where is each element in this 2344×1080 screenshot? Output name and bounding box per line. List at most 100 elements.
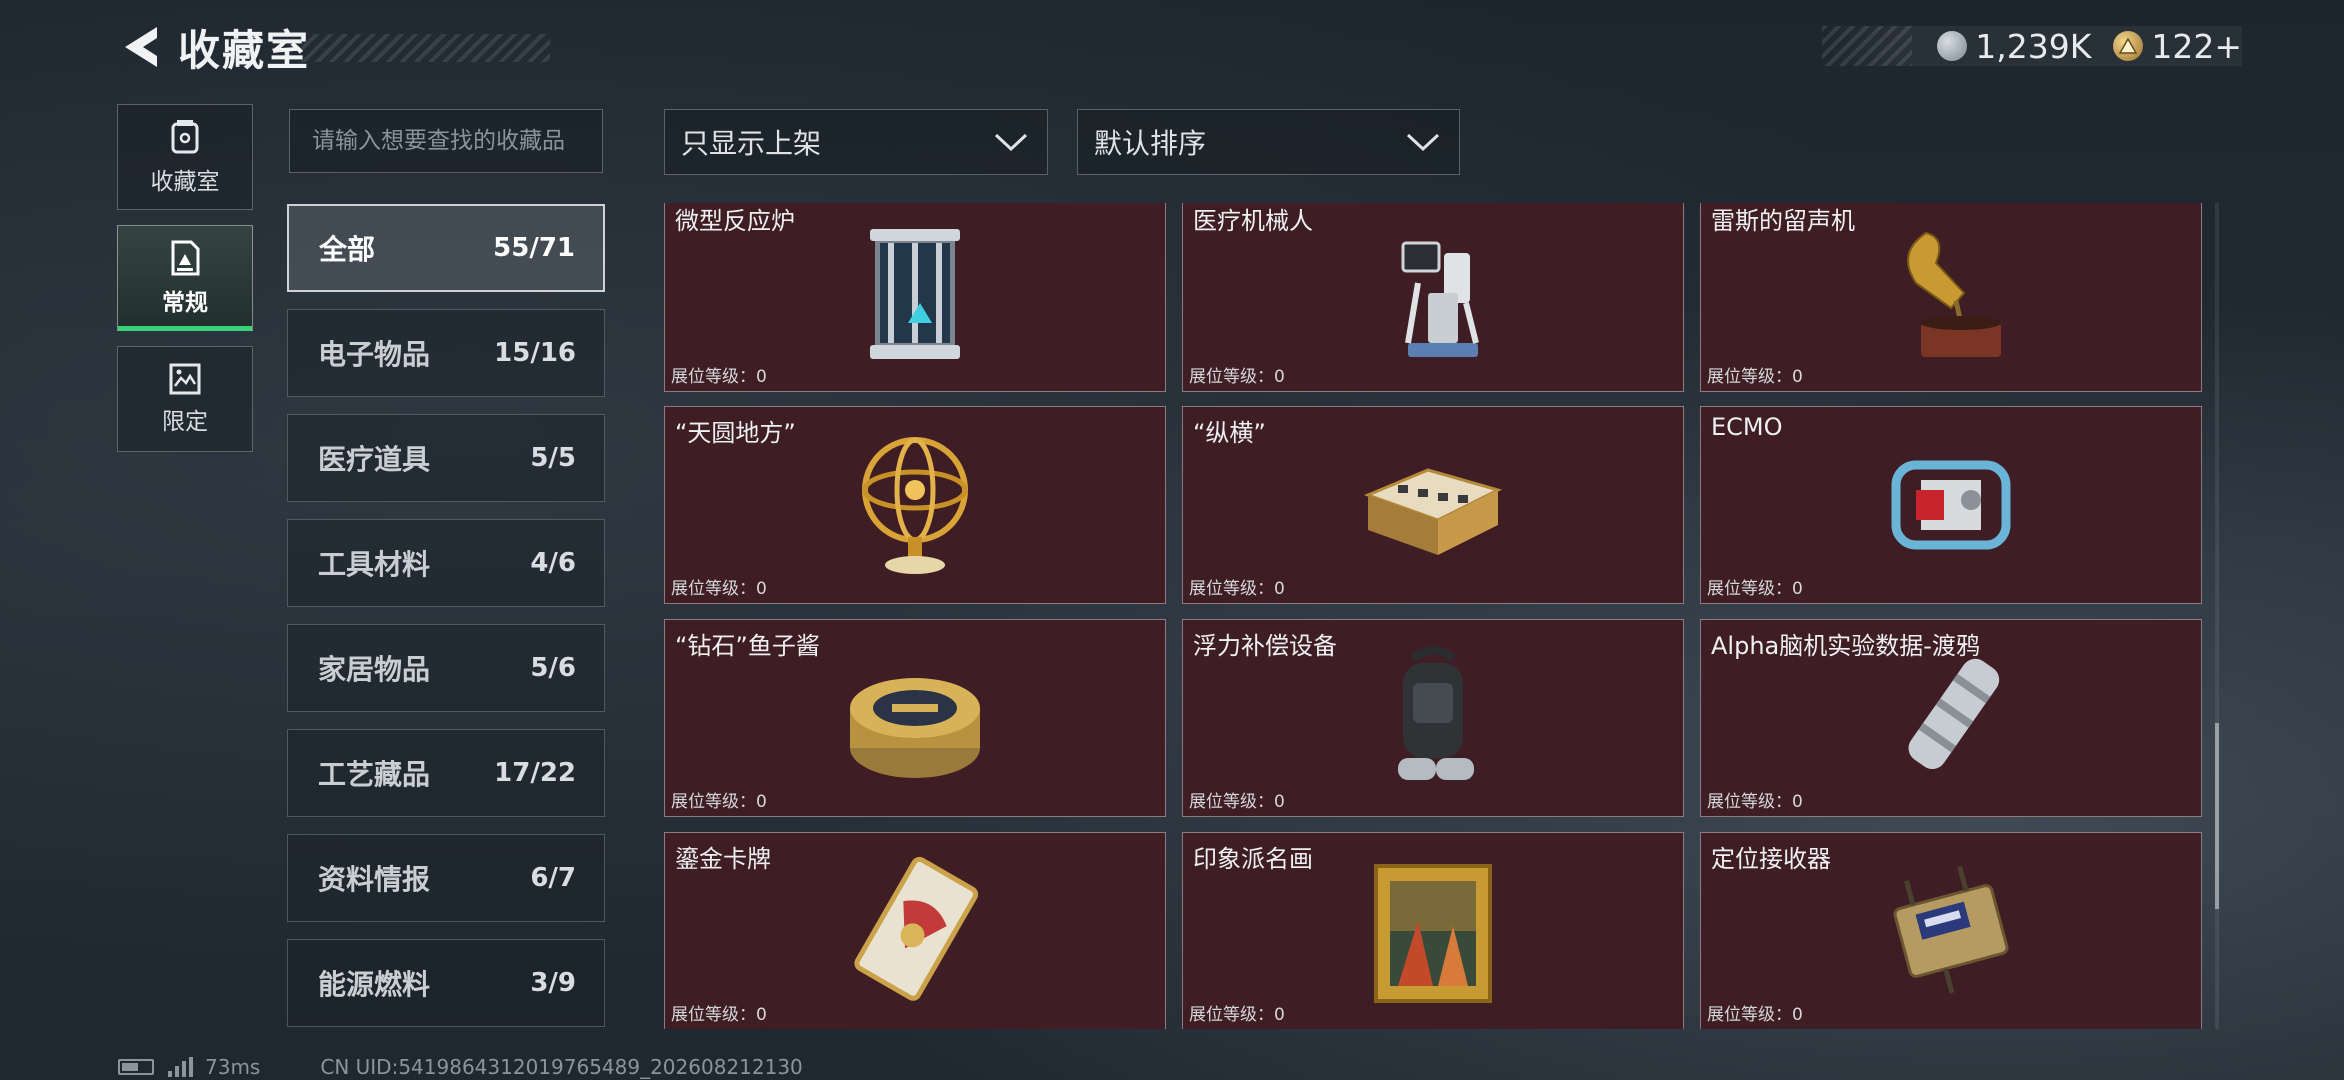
framed-painting-icon [1374,864,1492,1003]
category-tools[interactable]: 工具材料 4/6 [287,519,605,607]
item-card[interactable]: ECMO 展位等级：0 [1700,406,2202,604]
item-name: 雷斯的留声机 [1711,207,1855,235]
micro-reactor-icon [870,229,960,359]
category-name: 电子物品 [318,338,431,371]
gilded-card-icon [854,856,979,1001]
category-all[interactable]: 全部 55/71 [287,204,605,292]
category-name: 工具材料 [318,548,431,581]
category-count: 3/9 [530,968,576,998]
item-card[interactable]: “钻石”鱼子酱 展位等级：0 [664,619,1166,817]
rail-tab-regular[interactable]: 常规 [117,225,253,331]
back-arrow-icon [125,27,157,67]
silver-coin-icon [1937,31,1968,61]
item-card[interactable]: 微型反应炉 展位等级：0 [664,203,1166,392]
item-card[interactable]: “天圆地方” 展位等级：0 [664,406,1166,604]
item-card[interactable]: Alpha脑机实验数据-渡鸦 展位等级：0 [1700,619,2202,817]
page-header: 收藏室 [118,22,310,75]
item-card[interactable]: 鎏金卡牌 展位等级：0 [664,832,1166,1029]
booth-level: 展位等级：0 [671,792,767,812]
item-name: 医疗机械人 [1193,207,1313,235]
ecmo-machine-icon [1891,460,2011,550]
category-crafts[interactable]: 工艺藏品 17/22 [287,729,605,817]
currency-decoration [1822,26,1912,66]
booth-level: 展位等级：0 [671,1005,767,1025]
grid-scrollbar[interactable] [2215,203,2219,1029]
category-medical[interactable]: 医疗道具 5/5 [287,414,605,502]
uid-text: CN UID:5419864312019765489_202608212130 [320,1055,803,1079]
page-title: 收藏室 [178,25,311,75]
category-count: 5/6 [530,653,576,683]
category-energy[interactable]: 能源燃料 3/9 [287,939,605,1027]
currency-silver-value: 1,239K [1975,26,2092,66]
rail-label: 限定 [162,409,208,435]
category-count: 17/22 [494,758,576,788]
regular-icon [171,240,200,276]
rail-tab-collection-room[interactable]: 收藏室 [117,104,253,210]
signal-icon [168,1057,193,1077]
sort-dropdown[interactable]: 默认排序 [1077,109,1460,175]
search-input[interactable] [290,110,602,172]
booth-level: 展位等级：0 [1707,792,1803,812]
battery-icon [118,1059,154,1075]
shelf-filter-dropdown[interactable]: 只显示上架 [664,109,1048,175]
item-name: “纵横” [1193,419,1266,447]
gold-pyramid-coin-icon [2113,31,2144,61]
chess-box-icon [1363,468,1503,555]
category-name: 工艺藏品 [318,758,431,791]
currency-bar: 1,239K 122+ [1822,26,2242,66]
back-button[interactable] [118,22,164,72]
item-card[interactable]: “纵横” 展位等级：0 [1182,406,1684,604]
booth-level: 展位等级：0 [1707,1005,1803,1025]
category-electronics[interactable]: 电子物品 15/16 [287,309,605,397]
item-card[interactable]: 医疗机械人 展位等级：0 [1182,203,1684,392]
item-name: 定位接收器 [1711,845,1831,873]
item-name: Alpha脑机实验数据-渡鸦 [1711,632,1980,660]
booth-level: 展位等级：0 [671,579,767,599]
item-card[interactable]: 定位接收器 展位等级：0 [1700,832,2202,1029]
limited-icon [169,363,201,395]
item-card[interactable]: 浮力补偿设备 展位等级：0 [1182,619,1684,817]
category-count: 55/71 [493,233,575,263]
item-card[interactable]: 雷斯的留声机 展位等级：0 [1700,203,2202,392]
search-box [289,109,603,173]
item-card[interactable]: 印象派名画 展位等级：0 [1182,832,1684,1029]
category-name: 家居物品 [318,653,431,686]
item-name: “钻石”鱼子酱 [675,632,820,660]
booth-level: 展位等级：0 [1189,792,1285,812]
dropdown-value: 默认排序 [1094,127,1207,160]
booth-level: 展位等级：0 [1189,579,1285,599]
booth-level: 展位等级：0 [1707,579,1803,599]
currency-gold[interactable]: 122+ [2113,27,2242,66]
category-name: 资料情报 [318,863,431,896]
currency-silver[interactable]: 1,239K [1937,27,2091,66]
rail-tab-limited[interactable]: 限定 [117,346,253,452]
buoyancy-device-icon [1398,646,1474,780]
collection-room-icon [171,120,199,154]
booth-level: 展位等级：0 [1189,367,1285,387]
caviar-tin-icon [850,678,980,778]
data-cylinder-icon [1908,658,2000,770]
collection-grid: 微型反应炉 展位等级：0 医疗机械人 展位等级：0 雷斯的留声机 展位等级：0 [664,203,2205,1029]
category-name: 医疗道具 [318,443,431,476]
category-intel[interactable]: 资料情报 6/7 [287,834,605,922]
chevron-down-icon [994,133,1028,152]
booth-level: 展位等级：0 [671,367,767,387]
locator-receiver-icon [1893,865,2009,994]
item-name: 鎏金卡牌 [675,845,771,873]
scrollbar-thumb[interactable] [2215,723,2219,909]
booth-level: 展位等级：0 [1189,1005,1285,1025]
rail-label: 收藏室 [150,169,220,195]
item-name: “天圆地方” [675,419,796,447]
booth-level: 展位等级：0 [1707,367,1803,387]
ping-text: 73ms [205,1055,261,1079]
rail-label: 常规 [162,290,208,316]
currency-gold-value: 122+ [2151,26,2242,66]
category-count: 6/7 [530,863,576,893]
chevron-down-icon [1406,133,1440,152]
dropdown-value: 只显示上架 [681,127,822,160]
category-household[interactable]: 家居物品 5/6 [287,624,605,712]
item-name: 微型反应炉 [675,207,795,235]
item-name: ECMO [1711,413,1783,441]
category-name: 全部 [319,233,376,266]
medical-robot-icon [1401,241,1479,357]
